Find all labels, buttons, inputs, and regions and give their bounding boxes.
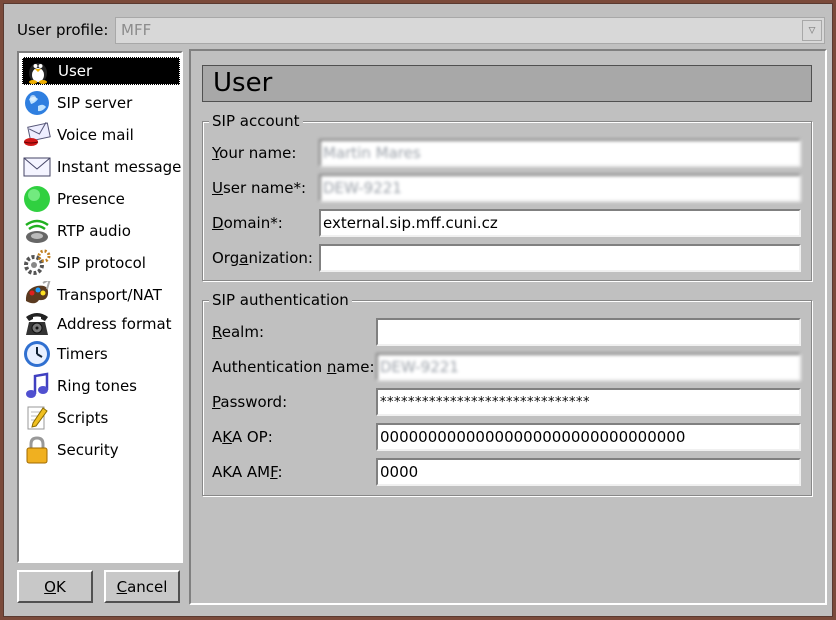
user-name-label: User name*: [212,179,307,197]
aka-amf-field[interactable]: 0000 [376,458,801,486]
your-name-label: Your name: [212,144,297,162]
category-list[interactable]: User SIP server Voice mail Instant messa… [17,51,183,563]
organization-field[interactable] [319,244,801,272]
envelope-lips-icon [22,121,52,149]
sidebar-item-scripts[interactable]: Scripts [22,404,180,432]
script-pencil-icon [22,404,52,432]
sidebar-item-label: SIP server [57,94,133,112]
penguin-icon [23,57,53,85]
sidebar-item-presence[interactable]: Presence [22,185,180,213]
user-profile-label: User profile: [17,21,109,39]
palette-icon [22,281,52,309]
padlock-icon [22,436,52,464]
aka-op-field[interactable]: 00000000000000000000000000000000 [376,423,801,451]
sidebar-item-label: Timers [57,345,108,363]
dropdown-arrow-icon[interactable]: ▿ [802,20,822,41]
sidebar-item-label: Address format [57,315,172,333]
gears-icon [22,249,52,277]
music-note-icon [22,372,52,400]
clock-icon [22,340,52,368]
auth-name-label: Authentication name: [212,358,375,376]
sidebar-item-label: Transport/NAT [57,286,162,304]
password-field[interactable]: ****************************** [376,388,801,416]
green-circle-icon [22,185,52,213]
group-title: SIP authentication [209,291,352,309]
realm-label: Realm: [212,323,265,341]
organization-label: Organization: [212,249,313,267]
sidebar-item-label: SIP protocol [57,254,146,272]
aka-op-label: AKA OP: [212,428,273,446]
auth-name-field[interactable]: DEW-9221 [376,353,801,381]
sidebar-item-sip-server[interactable]: SIP server [22,89,180,117]
settings-panel: User SIP account Your name: Martin Mares… [189,49,827,605]
ok-mnemonic: O [44,577,56,596]
your-name-field[interactable]: Martin Mares [319,139,801,167]
envelope-icon [22,153,52,181]
preferences-window: User profile: MFF ▿ User SIP server Voic… [3,3,833,617]
sidebar-item-instant-message[interactable]: Instant message [22,153,182,181]
sidebar-item-address-format[interactable]: Address format [22,310,180,338]
sidebar-item-user[interactable]: User [22,57,180,85]
aka-amf-label: AKA AMF: [212,463,283,481]
sidebar-item-label: Security [57,441,119,459]
sip-authentication-group: SIP authentication Realm: Authentication… [202,291,812,496]
sidebar-item-ring-tones[interactable]: Ring tones [22,372,180,400]
sidebar-item-label: Voice mail [57,126,134,144]
globe-icon [22,89,52,117]
domain-label: Domain*: [212,214,283,232]
sidebar-item-timers[interactable]: Timers [22,340,180,368]
sidebar-item-label: RTP audio [57,222,131,240]
speaker-icon [22,217,52,245]
sidebar-item-label: Instant message [57,158,182,176]
page-title: User [202,65,812,102]
realm-field[interactable] [376,318,801,346]
sip-account-group: SIP account Your name: Martin Mares User… [202,112,812,281]
ok-label: K [55,577,66,596]
sidebar-item-voice-mail[interactable]: Voice mail [22,121,180,149]
sidebar-item-sip-protocol[interactable]: SIP protocol [22,249,180,277]
cancel-button[interactable]: Cancel [104,570,180,603]
telephone-icon [22,310,52,338]
sidebar-item-label: User [58,62,93,80]
cancel-label: ancel [127,577,168,596]
ok-button[interactable]: OK [17,570,93,603]
user-profile-select[interactable]: MFF ▿ [115,17,825,44]
cancel-mnemonic: C [116,577,128,596]
sidebar-item-label: Scripts [57,409,109,427]
user-profile-value: MFF [121,21,152,39]
sidebar-item-security[interactable]: Security [22,436,180,464]
group-title: SIP account [209,112,303,130]
sidebar-item-transport-nat[interactable]: Transport/NAT [22,281,180,309]
domain-field[interactable]: external.sip.mff.cuni.cz [319,209,801,237]
password-label: Password: [212,393,288,411]
user-name-field[interactable]: DEW-9221 [319,174,801,202]
sidebar-item-label: Ring tones [57,377,137,395]
sidebar-item-rtp-audio[interactable]: RTP audio [22,217,180,245]
sidebar-item-label: Presence [57,190,125,208]
